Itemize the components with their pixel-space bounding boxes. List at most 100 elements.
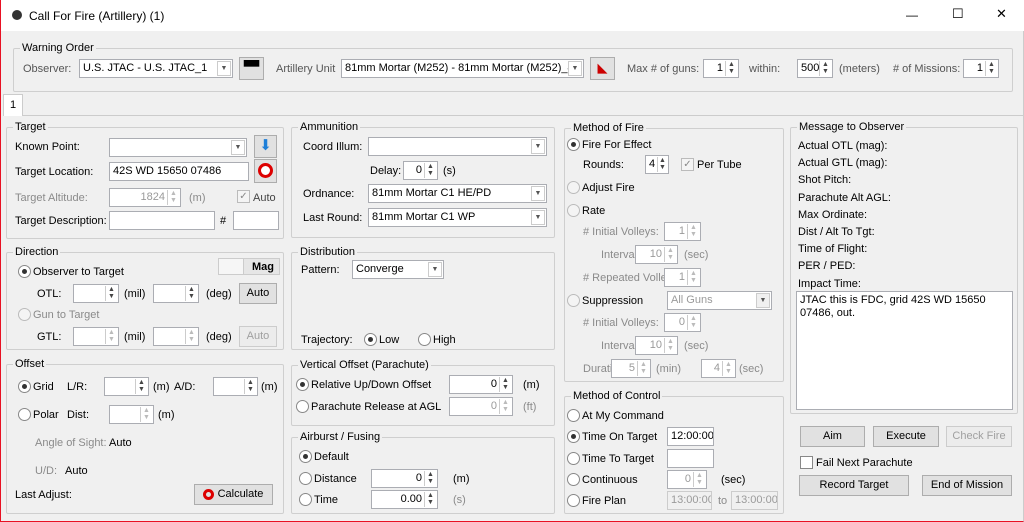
gtl-mil-stepper[interactable]: ▲ ▼ xyxy=(73,327,119,346)
suppression-select[interactable]: All Guns ▼ xyxy=(667,291,772,310)
gtl-auto-button[interactable]: Auto xyxy=(239,326,277,347)
time-to-target-radio[interactable] xyxy=(567,452,580,465)
fire-plan-to-input[interactable]: 13:00:00 xyxy=(731,491,778,510)
lr-label: L/R: xyxy=(67,381,88,393)
close-button[interactable]: ✕ xyxy=(996,7,1007,21)
missions-stepper[interactable]: 1 ▲ ▼ xyxy=(963,59,999,78)
target-number-input[interactable] xyxy=(233,211,279,230)
gun-to-target-label: Gun to Target xyxy=(33,309,100,321)
minimize-button[interactable]: — xyxy=(906,8,918,22)
gun-to-target-radio[interactable] xyxy=(18,308,31,321)
target-altitude-stepper[interactable]: 1824 ▲ ▼ xyxy=(109,188,181,207)
continuous-stepper[interactable]: 0 ▲ ▼ xyxy=(667,470,707,489)
time-on-target-input[interactable]: 12:00:00 xyxy=(667,427,714,446)
window-title: Call For Fire (Artillery) (1) xyxy=(29,9,165,23)
rounds-value: 4 xyxy=(649,158,656,170)
binoculars-icon: ▀▀ xyxy=(243,61,260,73)
shot-pitch-label: Shot Pitch: xyxy=(798,174,852,186)
last-round-select[interactable]: 81mm Mortar C1 WP ▼ xyxy=(368,208,547,227)
relative-offset-stepper[interactable]: 0 ▲ ▼ xyxy=(449,375,513,394)
ordnance-select[interactable]: 81mm Mortar C1 HE/PD ▼ xyxy=(368,184,547,203)
adjust-fire-radio[interactable] xyxy=(567,181,580,194)
artillery-unit-select[interactable]: 81mm Mortar (M252) - 81mm Mortar (M252)_… xyxy=(341,59,584,78)
import-known-point-button[interactable]: ⬇ xyxy=(254,135,277,158)
record-target-button[interactable]: Record Target xyxy=(799,475,909,496)
execute-button[interactable]: Execute xyxy=(873,426,939,447)
altitude-unit: (m) xyxy=(189,192,206,204)
gtl-deg-stepper[interactable]: ▲ ▼ xyxy=(153,327,199,346)
trajectory-high-radio[interactable] xyxy=(418,333,431,346)
fire-for-effect-label: Fire For Effect xyxy=(582,139,652,151)
continuous-radio[interactable] xyxy=(567,473,580,486)
dist-stepper[interactable]: ▲ ▼ xyxy=(109,405,154,424)
rate-initial-volleys-stepper[interactable]: 1 ▲ ▼ xyxy=(664,222,701,241)
mag-toggle[interactable]: Mag xyxy=(218,258,280,275)
release-agl-radio[interactable] xyxy=(296,400,309,413)
lr-stepper[interactable]: ▲ ▼ xyxy=(104,377,149,396)
select-observer-button[interactable]: ▀▀ xyxy=(239,57,264,80)
ad-stepper[interactable]: ▲ ▼ xyxy=(213,377,258,396)
coord-illum-select[interactable]: ▼ xyxy=(368,137,547,156)
fuse-distance-unit: (m) xyxy=(453,473,470,485)
max-guns-stepper[interactable]: 1 ▲ ▼ xyxy=(703,59,739,78)
fuse-distance-stepper[interactable]: 0 ▲ ▼ xyxy=(371,469,438,488)
suppression-radio[interactable] xyxy=(567,294,580,307)
continuous-unit: (sec) xyxy=(721,474,746,486)
delay-stepper[interactable]: 0 ▲ ▼ xyxy=(403,161,438,180)
aim-label: Aim xyxy=(823,430,842,442)
target-description-input[interactable] xyxy=(109,211,215,230)
maximize-button[interactable]: ☐ xyxy=(952,7,964,21)
at-my-command-radio[interactable] xyxy=(567,409,580,422)
fuse-distance-radio[interactable] xyxy=(299,472,312,485)
rate-radio[interactable] xyxy=(567,204,580,217)
observer-select[interactable]: U.S. JTAC - U.S. JTAC_1 ▼ xyxy=(79,59,233,78)
aim-button[interactable]: Aim xyxy=(800,426,865,447)
time-to-target-input[interactable] xyxy=(667,449,714,468)
duration-sec-unit: (sec) xyxy=(739,363,764,375)
gtl-auto-label: Auto xyxy=(246,330,270,342)
fire-plan-radio[interactable] xyxy=(567,494,580,507)
grid-radio[interactable] xyxy=(18,380,31,393)
target-location-input[interactable]: 42S WD 15650 07486 xyxy=(109,162,249,181)
otl-auto-button[interactable]: Auto xyxy=(239,283,277,304)
fuse-time-radio[interactable] xyxy=(299,493,312,506)
tab-1[interactable]: 1 xyxy=(3,94,23,116)
fire-for-effect-radio[interactable] xyxy=(567,138,580,151)
high-label: High xyxy=(433,334,456,346)
fuse-time-stepper[interactable]: 0.00 ▲ ▼ xyxy=(371,490,438,509)
trajectory-low-radio[interactable] xyxy=(364,333,377,346)
chevron-down-icon: ▼ xyxy=(531,139,545,154)
observer-to-target-radio[interactable] xyxy=(18,265,31,278)
duration-sec-stepper[interactable]: 4 ▲ ▼ xyxy=(701,359,736,378)
rounds-stepper[interactable]: 4 ▲ ▼ xyxy=(645,155,669,174)
polar-radio[interactable] xyxy=(18,408,31,421)
message-textarea[interactable]: JTAC this is FDC, grid 42S WD 15650 0748… xyxy=(796,291,1013,410)
calculate-button[interactable]: Calculate xyxy=(194,484,273,505)
gtl-label: GTL: xyxy=(37,331,62,343)
otl-deg-stepper[interactable]: ▲ ▼ xyxy=(153,284,199,303)
supp-interval-stepper[interactable]: 10 ▲ ▼ xyxy=(635,336,678,355)
end-of-mission-button[interactable]: End of Mission xyxy=(922,475,1012,496)
repeated-volleys-stepper[interactable]: 1 ▲ ▼ xyxy=(664,268,701,287)
relative-offset-radio[interactable] xyxy=(296,378,309,391)
rate-interval-stepper[interactable]: 10 ▲ ▼ xyxy=(635,245,678,264)
per-tube-checkbox[interactable]: ✓ xyxy=(681,158,694,171)
otl-mil-stepper[interactable]: ▲ ▼ xyxy=(73,284,119,303)
time-on-target-radio[interactable] xyxy=(567,430,580,443)
fire-plan-to-label: to xyxy=(718,495,728,507)
select-artillery-button[interactable]: ◣ xyxy=(590,57,615,80)
ammunition-legend: Ammunition xyxy=(298,120,361,134)
fail-parachute-checkbox[interactable] xyxy=(800,456,813,469)
within-stepper[interactable]: 500 ▲ ▼ xyxy=(797,59,833,78)
fuse-default-radio[interactable] xyxy=(299,450,312,463)
duration-min-stepper[interactable]: 5 ▲ ▼ xyxy=(611,359,651,378)
fire-plan-from-input[interactable]: 13:00:00 xyxy=(667,491,712,510)
check-fire-button[interactable]: Check Fire xyxy=(946,426,1012,447)
release-agl-stepper[interactable]: 0 ▲ ▼ xyxy=(449,397,513,416)
call-for-fire-window: Call For Fire (Artillery) (1) — ☐ ✕ Warn… xyxy=(0,0,1024,522)
pattern-select[interactable]: Converge ▼ xyxy=(352,260,444,279)
pick-target-button[interactable] xyxy=(254,159,277,183)
auto-altitude-checkbox[interactable]: ✓ xyxy=(237,190,250,203)
known-point-select[interactable]: ▼ xyxy=(109,138,247,157)
supp-initial-volleys-stepper[interactable]: 0 ▲ ▼ xyxy=(664,313,701,332)
